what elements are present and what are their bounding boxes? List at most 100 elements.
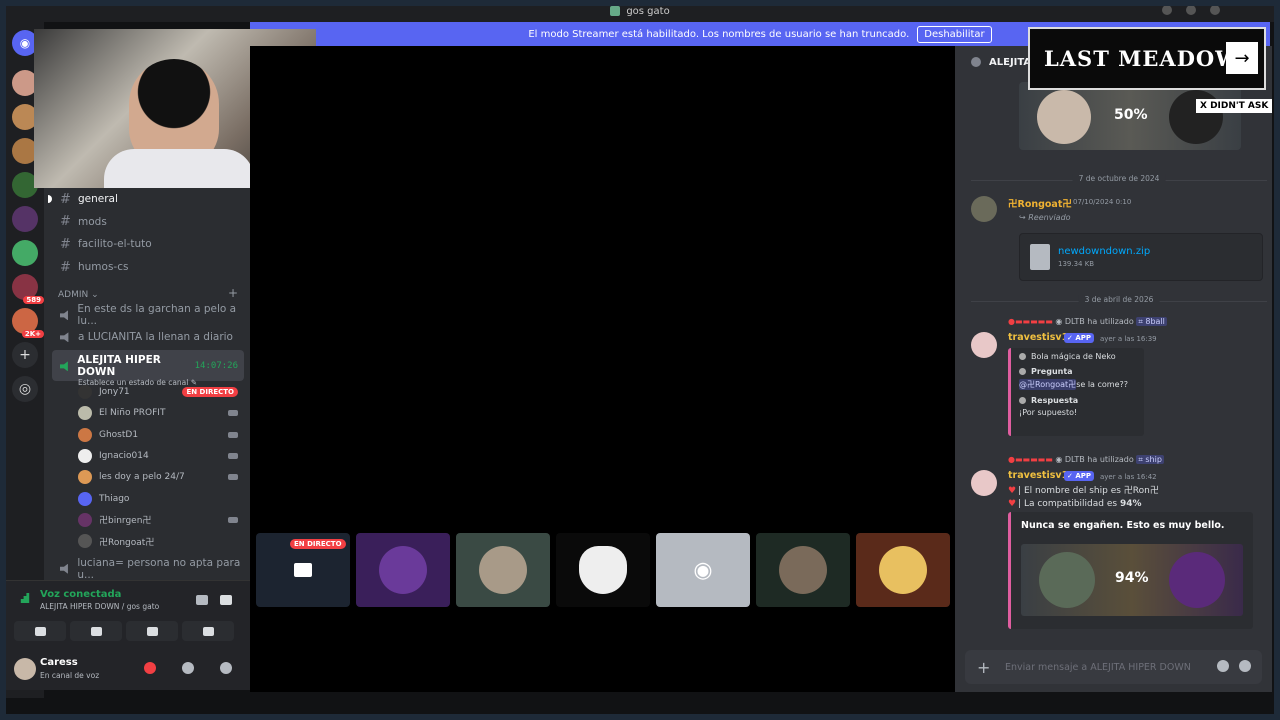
category-admin[interactable]: ADMIN ⌄ + [44,278,250,304]
participant-tile[interactable] [556,533,650,607]
attach-plus-icon[interactable]: + [977,658,990,677]
stream-tile[interactable]: EN DIRECTO [256,533,350,607]
question-label: Pregunta [1019,367,1136,376]
settings-gear-icon[interactable] [220,662,232,674]
channel-mods[interactable]: # mods [44,211,250,234]
file-name-link[interactable]: newdowndown.zip [1058,246,1150,257]
active-voice-channel[interactable]: ALEJITA HIPER DOWN 14:07:26 Establece un … [52,350,244,387]
ship-name-text: | El nombre del ship es 卍Ron卍 [1018,486,1159,496]
ship-name-line: ♥ | El nombre del ship es 卍Ron卍 [1008,483,1159,496]
message-input[interactable] [1005,658,1205,676]
voice-member[interactable]: 卍binrgen卍 [44,509,250,530]
noise-suppression-icon[interactable] [196,595,208,605]
live-badge: EN DIRECTO [182,387,238,398]
answer-text: ¡Por supuesto! [1019,408,1078,417]
slash-command[interactable]: ⌗ 8ball [1136,317,1167,326]
avatar [779,546,827,594]
avatar[interactable] [971,332,997,358]
info-icon [1019,397,1026,404]
soundboard-button[interactable] [182,621,234,641]
ship-result-text: ♥ | El nombre del ship es 卍Ron卍 ♥ | La com… [1008,483,1159,509]
headphones-icon[interactable] [182,662,194,674]
channel-facilito[interactable]: # facilito-el-tuto [44,233,250,256]
mic-muted-icon[interactable] [144,662,156,674]
app-badge-text: APP [1075,472,1091,480]
emoji-icon[interactable] [1217,660,1229,672]
member-name: 卍Rongoat卍 [99,537,155,548]
voice-channel[interactable]: a LUCIANITA la llenan a diario [44,326,250,348]
hash-icon: # [60,236,71,252]
slash-command[interactable]: ⌗ ship [1136,455,1164,464]
server-folder-icon[interactable]: 589 [12,274,44,304]
disconnect-icon[interactable] [220,595,232,605]
add-server-icon[interactable]: + [12,342,38,368]
voice-status: Voz conectada [40,589,122,600]
participant-tile[interactable] [356,533,450,607]
screen-icon [228,474,238,481]
voice-member[interactable]: 卍Rongoat卍 [44,530,250,551]
chat-panel: ALEJITA 50% 7 de octubre de 2024 卍Rongoa… [955,46,1272,692]
server-folder-icon[interactable]: 2K+ [12,308,44,338]
channel-humos[interactable]: # humos-cs [44,256,250,279]
compatibility-label: | La compatibilidad es [1018,499,1120,509]
pin-icon[interactable] [1162,5,1172,15]
server-icon[interactable] [12,206,38,232]
message-timestamp: 07/10/2024 0:10 [1073,198,1132,206]
title-bar-icons [1162,5,1220,15]
voice-channel[interactable]: luciana= persona no apta para u... [44,556,250,581]
help-icon[interactable] [1210,5,1220,15]
participant-tile[interactable] [856,533,950,607]
avatar[interactable] [971,470,997,496]
server-icon[interactable] [12,240,38,266]
channel-label: facilito-el-tuto [78,238,152,251]
avatar[interactable] [971,196,997,222]
question-label-text: Pregunta [1031,367,1073,376]
screen-share-button[interactable] [70,621,122,641]
embed-title: Bola mágica de Neko [1019,352,1136,361]
app-badge: ✓ APP [1064,471,1094,481]
date-divider: 3 de abril de 2026 [971,295,1267,304]
file-attachment[interactable]: newdowndown.zip 139.34 KB [1019,233,1263,281]
command-reply-header[interactable]: ●▬▬▬▬▬ ◉ DLTB ha utilizado ⌗ 8ball [1008,317,1167,327]
zip-file-icon [1030,244,1050,270]
ship-embed-image[interactable]: 94% [1021,544,1243,616]
add-channel-icon[interactable]: + [228,286,238,300]
explore-icon[interactable]: ◎ [12,376,38,402]
activities-button[interactable] [126,621,178,641]
user-mention[interactable]: @卍Rongoat卍 [1019,379,1077,390]
screen-share-icon [294,563,312,577]
voice-member[interactable]: GhostD1 [44,424,250,445]
participant-tile[interactable] [456,533,550,607]
participant-tile[interactable] [756,533,850,607]
voice-member[interactable]: Thiago [44,488,250,509]
reply-text: ha utilizado [1087,455,1134,464]
date-divider: 7 de octubre de 2024 [971,174,1267,183]
avatar [1039,552,1095,608]
avatar [479,546,527,594]
voice-channel[interactable]: En este ds la garchan a pelo a lu... [44,303,250,327]
member-name: les doy a pelo 24/7 [99,472,185,483]
voice-channel-label: luciana= persona no apta para u... [77,556,241,581]
avatar [78,491,92,506]
voice-member[interactable]: El Niño PROFIT [44,403,250,424]
activities-icon [146,626,158,636]
apps-icon[interactable] [1239,660,1251,672]
voice-member[interactable]: Ignacio014 [44,445,250,466]
avatar[interactable] [14,658,36,680]
voice-connected-info[interactable]: Voz conectada ALEJITA HIPER DOWN / gos g… [18,589,159,611]
inbox-icon[interactable] [1186,5,1196,15]
message-author[interactable]: 卍Rongoat卍 [1008,196,1072,210]
camera-button[interactable] [14,621,66,641]
streamer-shirt [104,149,254,188]
channel-label: humos-cs [78,261,129,274]
participant-tile[interactable]: ◉ [656,533,750,607]
voice-timer: 14:07:26 [194,361,238,372]
ship-embed-image[interactable]: 50% [1019,82,1241,150]
member-name: GhostD1 [99,429,139,440]
disable-streamer-button[interactable]: Deshabilitar [917,25,992,43]
command-reply-header[interactable]: ●▬▬▬▬▬ ◉ DLTB ha utilizado ⌗ ship [1008,455,1164,465]
voice-member[interactable]: Jony71 EN DIRECTO [44,381,250,402]
voice-connection-panel: Voz conectada ALEJITA HIPER DOWN / gos g… [6,580,250,648]
voice-member[interactable]: les doy a pelo 24/7 [44,467,250,488]
channel-general[interactable]: # general [44,188,250,211]
